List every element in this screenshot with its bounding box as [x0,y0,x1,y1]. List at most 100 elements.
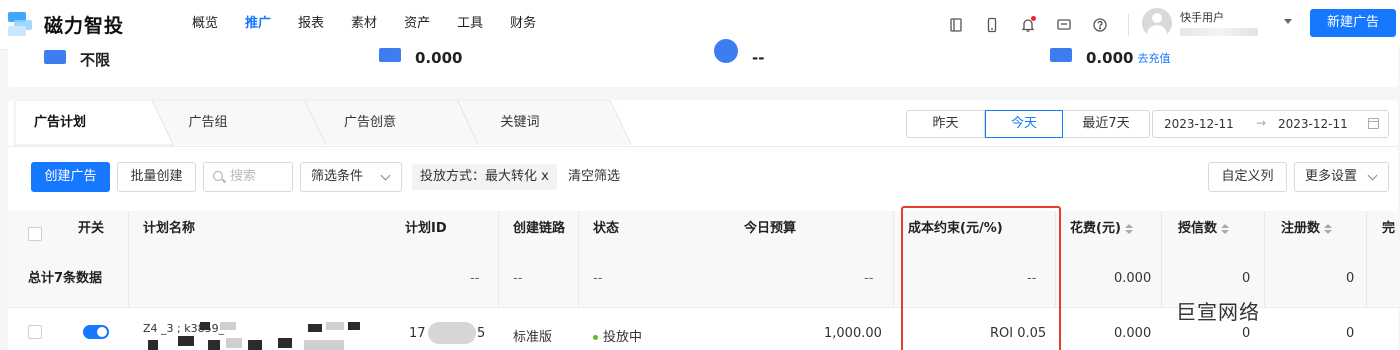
nav-overview[interactable]: 概览 [192,0,218,50]
total-link: -- [513,271,523,286]
phone-icon[interactable] [981,14,1003,36]
col-register[interactable]: 注册数 [1281,211,1333,247]
custom-columns-button[interactable]: 自定义列 [1208,162,1287,192]
total-spend: 0.000 [1114,271,1152,286]
select-all-checkbox[interactable] [28,227,42,241]
clear-filter-link[interactable]: 清空筛选 [568,162,620,192]
tab-ad-creatives[interactable]: 广告创意 [320,100,420,146]
col-credit[interactable]: 授信数 [1178,211,1230,247]
col-complete[interactable]: 完 [1382,211,1395,247]
logo-text: 磁力智投 [44,15,125,37]
summary-value: -- [752,49,765,67]
total-register: 0 [1346,271,1355,286]
account-icon [1050,48,1072,62]
total-credit: 0 [1242,271,1251,286]
bell-icon[interactable] [1017,14,1039,36]
notification-dot [1031,16,1036,21]
budget-value[interactable]: 1,000.00 [824,326,882,341]
balance-icon [379,48,401,62]
col-name[interactable]: 计划名称 [143,211,195,247]
redaction [248,340,262,350]
sort-icon[interactable] [1221,223,1230,234]
redaction [226,338,242,348]
col-budget[interactable]: 今日预算 [744,211,796,247]
calendar-icon [1368,118,1379,129]
search-input[interactable]: 搜索 [203,162,293,192]
status-dot [593,335,598,340]
create-ad-button[interactable]: 创建广告 [31,162,110,192]
summary-item-balance: 0.000 [379,48,463,67]
main-nav: 概览 推广 报表 素材 资产 工具 财务 [192,0,563,50]
col-switch: 开关 [78,221,105,236]
redaction [220,322,236,330]
col-cost-constraint[interactable]: 成本约束(元/%) [908,211,1003,247]
summary-value: 0.000 [415,49,463,67]
metric-icon [714,39,738,63]
sort-icon[interactable] [1324,223,1333,234]
sort-icon[interactable] [1124,223,1133,234]
spend-value: 0.000 [1114,326,1152,341]
redaction [308,324,322,332]
col-link[interactable]: 创建链路 [513,211,565,247]
avatar[interactable] [1142,8,1172,38]
nav-tools[interactable]: 工具 [457,0,483,50]
summary-item-account: 0.000 去充值 [1050,48,1170,67]
col-register-label: 注册数 [1281,221,1321,236]
campaign-id-suffix: 5 [477,326,486,341]
user-name[interactable]: 快手用户 [1180,9,1224,25]
budget-icon [44,49,66,64]
summary-item-metric: -- [714,39,765,67]
credit-value: 0 [1242,326,1251,341]
nav-finance[interactable]: 财务 [510,0,536,50]
col-credit-label: 授信数 [1178,221,1218,236]
range-yesterday[interactable]: 昨天 [907,111,985,137]
cost-constraint-value[interactable]: ROI 0.05 [990,326,1046,341]
filter-label: 筛选条件 [311,169,364,184]
creation-link-value: 标准版 [513,330,553,345]
new-ad-button[interactable]: 新建广告 [1310,9,1396,37]
range-today[interactable]: 今天 [985,110,1063,138]
entity-tabs: 广告计划 广告组 广告创意 关键词 [8,100,648,146]
campaign-toolbar: 创建广告 批量创建 搜索 筛选条件 投放方式：最大转化 x 清空筛选 自定义列 … [8,162,1398,192]
total-id: -- [470,271,480,286]
col-id[interactable]: 计划ID [405,211,447,247]
account-summary: 不限 0.000 -- 0.000 去充值 [8,39,1398,87]
tab-ad-groups[interactable]: 广告组 [158,100,258,146]
message-icon[interactable] [1053,14,1075,36]
recharge-link[interactable]: 去充值 [1137,50,1170,66]
more-settings-button[interactable]: 更多设置 [1294,162,1389,192]
col-spend[interactable]: 花费(元) [1070,211,1133,247]
nav-reports[interactable]: 报表 [298,0,324,50]
nav-materials[interactable]: 素材 [351,0,377,50]
redaction [200,322,210,330]
nav-promotion[interactable]: 推广 [245,0,272,50]
status-text: 投放中 [603,330,643,345]
nav-assets[interactable]: 资产 [404,0,430,50]
tab-campaigns[interactable]: 广告计划 [8,100,112,146]
user-id-redacted [1180,28,1258,36]
campaign-name[interactable]: Z4 _3 ; k3859_ [143,322,224,335]
range-last-7-days[interactable]: 最近7天 [1063,111,1149,137]
table-header: 开关 计划名称 计划ID 创建链路 状态 今日预算 成本约束(元/%) 花费(元… [8,211,1398,307]
user-menu-caret-icon[interactable] [1284,19,1292,24]
col-status[interactable]: 状态 [593,211,619,247]
nav-icon-group [945,14,1125,36]
search-icon [213,171,223,181]
chevron-down-icon [1367,170,1378,181]
active-filter-tag[interactable]: 投放方式：最大转化 x [412,164,557,190]
filter-dropdown[interactable]: 筛选条件 [300,162,402,192]
logo[interactable]: 磁力智投 [8,11,124,38]
help-icon[interactable] [1089,14,1111,36]
redaction [326,322,344,330]
date-range-picker[interactable]: 2023-12-11 → 2023-12-11 [1152,110,1389,138]
summary-item-budget: 不限 [44,49,110,70]
campaign-id-prefix: 17 [409,326,426,341]
batch-create-button[interactable]: 批量创建 [117,162,196,192]
row-checkbox[interactable] [28,325,42,339]
campaign-switch-toggle[interactable] [83,325,109,339]
redaction [348,322,360,330]
total-row-label: 总计7条数据 [28,271,103,286]
tablet-icon[interactable] [945,14,967,36]
register-value: 0 [1346,326,1355,341]
tab-keywords[interactable]: 关键词 [470,100,570,146]
